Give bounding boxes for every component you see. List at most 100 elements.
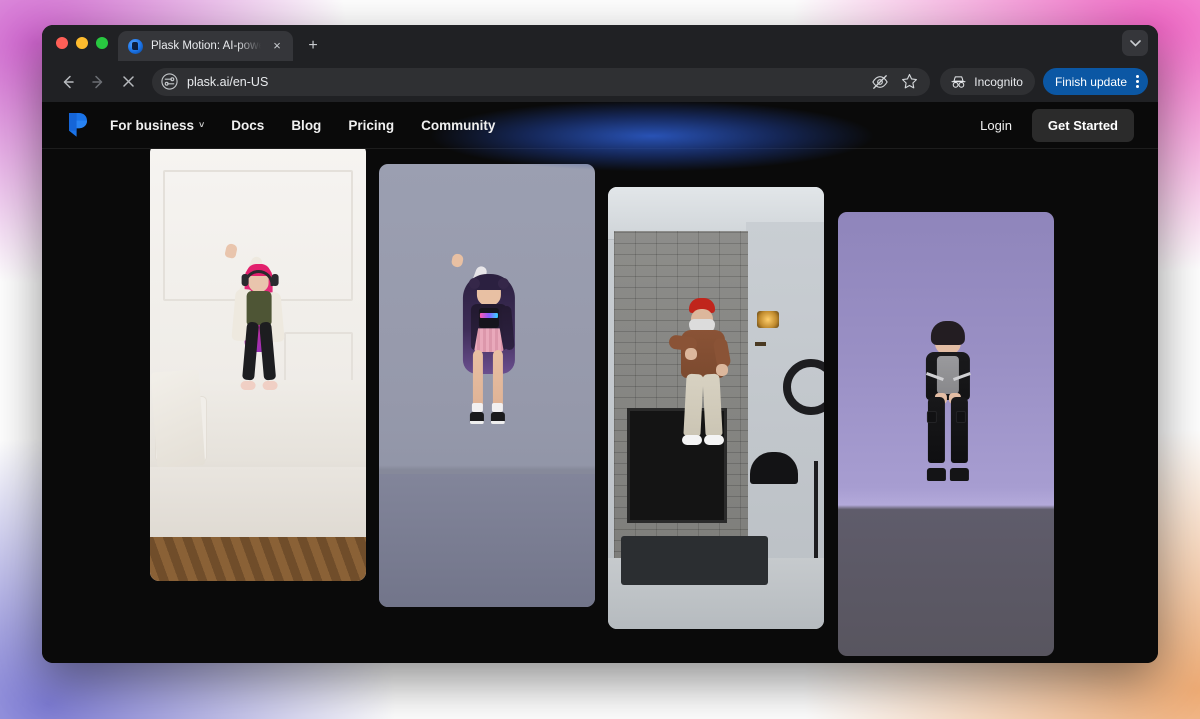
- showcase-gallery: Woman with pink hair and headphones danc…: [42, 149, 1158, 663]
- fist-left: [685, 348, 697, 360]
- leg-left: [683, 373, 703, 436]
- chevron-down-icon: [1130, 40, 1141, 47]
- shoe-right: [263, 381, 278, 390]
- browser-window: Plask Motion: AI-powered Mo × +: [42, 25, 1158, 663]
- leg-right: [259, 321, 276, 380]
- close-x-icon: [121, 74, 136, 89]
- shoe-left: [241, 381, 256, 390]
- boot-left: [927, 468, 946, 481]
- herringbone-floor: [150, 537, 366, 581]
- site-nav-links: For business ˅ Docs Blog Pricing Communi…: [110, 118, 495, 133]
- eye-slash-icon[interactable]: [871, 74, 889, 90]
- close-tab-icon[interactable]: ×: [269, 38, 285, 54]
- plask-logo[interactable]: [66, 112, 88, 138]
- sneaker-right: [704, 435, 724, 445]
- minimize-window-button[interactable]: [76, 37, 88, 49]
- avatar-female-anime[interactable]: Purple-haired anime girl avatar in varsi…: [379, 164, 595, 607]
- wall-sconce-lamp: [757, 311, 779, 328]
- forward-button[interactable]: [84, 68, 112, 96]
- leg-right: [702, 373, 722, 436]
- nav-item-for-business[interactable]: For business ˅: [110, 118, 204, 133]
- leg-left: [928, 397, 945, 463]
- source-video-woman-dancing[interactable]: Woman with pink hair and headphones danc…: [150, 149, 366, 581]
- window-traffic-lights: [52, 25, 118, 61]
- leg-left: [473, 350, 483, 410]
- desktop-wallpaper: Plask Motion: AI-powered Mo × +: [0, 0, 1200, 719]
- browser-toolbar: plask.ai/en-US: [42, 61, 1158, 102]
- close-window-button[interactable]: [56, 37, 68, 49]
- nav-item-blog[interactable]: Blog: [291, 118, 321, 133]
- login-link[interactable]: Login: [972, 118, 1020, 133]
- cargo-pants: [928, 397, 968, 475]
- rug: [150, 467, 366, 546]
- finish-update-button[interactable]: Finish update: [1043, 68, 1148, 95]
- black-hair: [931, 321, 965, 345]
- plask-logo-icon: [66, 112, 88, 138]
- browser-tab-title: Plask Motion: AI-powered Mo: [151, 40, 261, 52]
- sock-right: [492, 403, 503, 412]
- cargo-pocket-right: [956, 411, 966, 423]
- headphone-cup-left: [242, 274, 249, 286]
- legs: [473, 350, 505, 424]
- leg-right: [951, 397, 968, 463]
- new-tab-button[interactable]: +: [299, 32, 327, 60]
- khaki-pants: [685, 374, 721, 440]
- floor-mat: [621, 536, 768, 585]
- finish-update-label: Finish update: [1055, 75, 1127, 89]
- top-graphic: [480, 313, 498, 318]
- maximize-window-button[interactable]: [96, 37, 108, 49]
- sock-left: [472, 403, 483, 412]
- address-bar[interactable]: plask.ai/en-US: [152, 68, 930, 96]
- studio-backdrop: [379, 164, 595, 607]
- log-basket: [750, 452, 798, 484]
- grey-vest: [937, 356, 959, 394]
- address-bar-url: plask.ai/en-US: [187, 75, 268, 89]
- chevron-down-icon: ˅: [199, 120, 204, 130]
- back-button[interactable]: [54, 68, 82, 96]
- tab-search-button[interactable]: [1122, 30, 1148, 56]
- hair-bun-right: [498, 278, 509, 289]
- fireplace-room-scene: [608, 187, 824, 629]
- plask-favicon-icon: [128, 39, 143, 54]
- stop-loading-button[interactable]: [114, 68, 142, 96]
- blanket: [151, 370, 205, 469]
- living-room-scene: [150, 149, 366, 581]
- source-video-man-dancing[interactable]: Bearded man in red beanie and brown hood…: [608, 187, 824, 629]
- nav-item-pricing[interactable]: Pricing: [348, 118, 394, 133]
- cargo-pocket-left: [927, 411, 937, 423]
- pink-skirt: [474, 328, 504, 352]
- incognito-indicator[interactable]: Incognito: [940, 68, 1035, 95]
- get-started-button[interactable]: Get Started: [1032, 109, 1134, 142]
- nav-item-docs[interactable]: Docs: [231, 118, 264, 133]
- boot-right: [950, 468, 969, 481]
- firewood-logs: [754, 469, 794, 482]
- headphone-cup-right: [272, 274, 279, 286]
- card-media: [150, 149, 366, 581]
- nav-item-for-business-label: For business: [110, 118, 194, 133]
- arrow-right-icon: [90, 74, 106, 90]
- hair-bun-left: [469, 278, 480, 289]
- crop-top: [479, 308, 499, 328]
- platform-boot-right: [491, 412, 505, 424]
- arrow-left-icon: [60, 74, 76, 90]
- card-media: [608, 187, 824, 629]
- sneaker-left: [682, 435, 702, 445]
- site-navigation-bar: For business ˅ Docs Blog Pricing Communi…: [42, 102, 1158, 149]
- card-media: [379, 164, 595, 607]
- raised-hand: [451, 253, 464, 268]
- incognito-label: Incognito: [974, 75, 1023, 89]
- studio-floor: [379, 474, 595, 607]
- site-nav-actions: Login Get Started: [972, 109, 1134, 142]
- browser-tab-active[interactable]: Plask Motion: AI-powered Mo ×: [118, 31, 293, 61]
- sconce-arm: [755, 342, 766, 346]
- browser-tab-strip: Plask Motion: AI-powered Mo × +: [42, 25, 1158, 61]
- site-settings-tune-icon: [161, 73, 178, 90]
- incognito-hat-icon: [950, 75, 967, 89]
- kebab-menu-icon[interactable]: [1133, 75, 1142, 88]
- star-icon[interactable]: [901, 73, 918, 90]
- nav-item-community[interactable]: Community: [421, 118, 495, 133]
- page-viewport: For business ˅ Docs Blog Pricing Communi…: [42, 102, 1158, 663]
- avatar-male-anime[interactable]: Black-haired male anime avatar in black …: [838, 212, 1054, 656]
- platform-boot-left: [470, 412, 484, 424]
- card-media: [838, 212, 1054, 656]
